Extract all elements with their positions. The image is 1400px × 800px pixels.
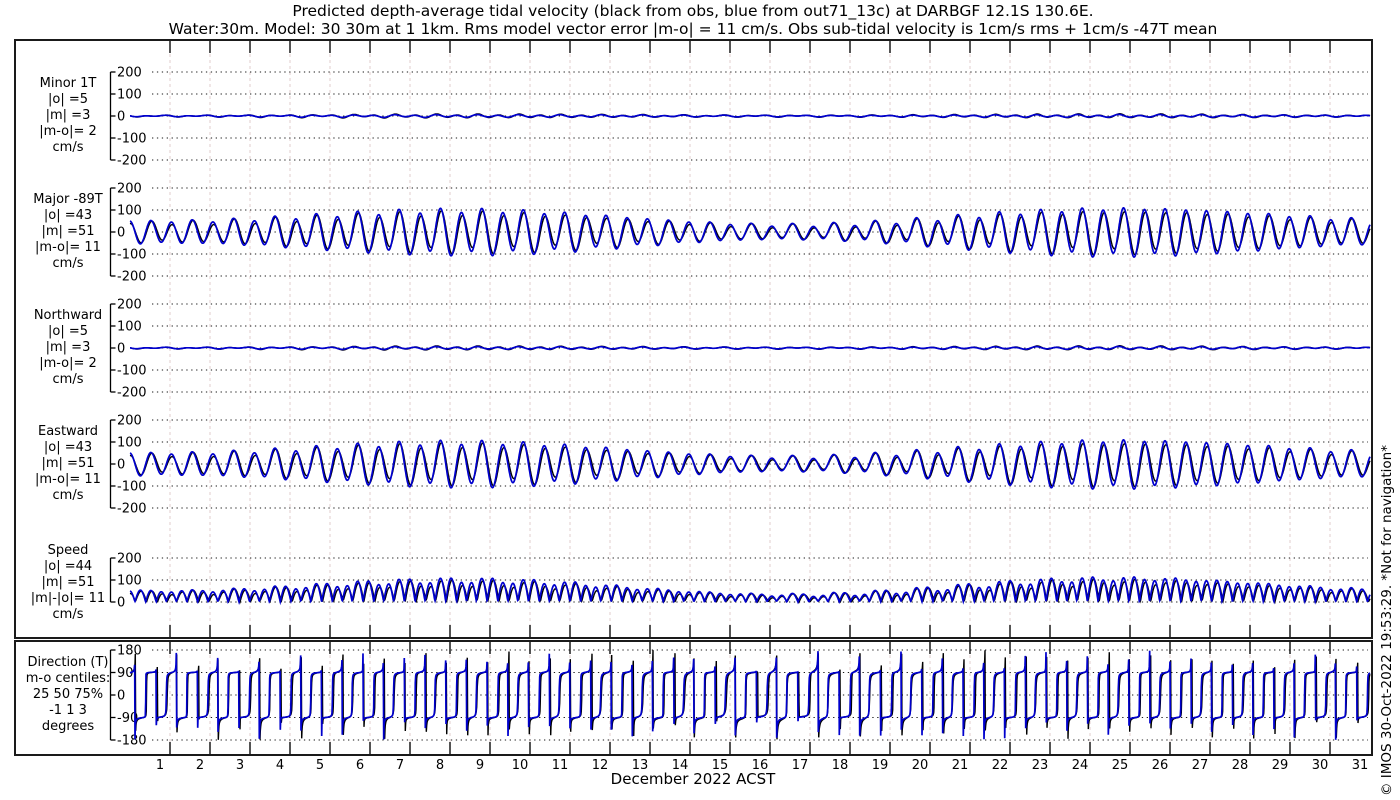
panel-label-line: |o| =44 bbox=[43, 559, 93, 574]
panel-label-line: -1 1 3 bbox=[49, 703, 87, 718]
panel-label-line: Minor 1T bbox=[39, 76, 97, 91]
panel-label-northward: Northward |o| =5 |m| =3 |m-o|= 2 cm/s bbox=[8, 308, 128, 388]
eastward-panel-obs-curve bbox=[129, 442, 1371, 488]
plot-boxes bbox=[14, 39, 1373, 756]
northward-panel bbox=[130, 345, 1371, 351]
plot-title-line1: Predicted depth-average tidal velocity (… bbox=[292, 2, 1094, 20]
panel-label-line: cm/s bbox=[52, 607, 84, 622]
y-tick-label: -180 bbox=[117, 734, 147, 749]
panel-label-line: |m| =3 bbox=[45, 108, 91, 123]
tidal-velocity-plot: 2001000-100-2002001000-100-2002001000-10… bbox=[14, 39, 1373, 773]
panel-label-line: |o| =5 bbox=[47, 324, 88, 339]
panel-label-line: |o| =5 bbox=[47, 92, 88, 107]
plot-title-line2: Water:30m. Model: 30 30m at 1 1km. Rms m… bbox=[168, 20, 1218, 38]
x-axis-title: December 2022 ACST bbox=[610, 770, 776, 788]
panel-label-line: m-o centiles: bbox=[25, 671, 111, 686]
panel-label-line: |o| =43 bbox=[43, 440, 93, 455]
panel-label-line: Eastward bbox=[37, 424, 99, 439]
day-gridlines bbox=[169, 42, 1331, 753]
panel-label-major: Major -89T |o| =43 |m| =51 |m-o|= 11 cm/… bbox=[8, 192, 128, 272]
speed-panel bbox=[129, 575, 1371, 606]
panel-label-line: |m| =51 bbox=[41, 575, 95, 590]
panel-label-line: Speed bbox=[47, 543, 89, 558]
panel-label-line: 25 50 75% bbox=[32, 687, 104, 702]
panel-label-line: |m-o|= 2 bbox=[39, 124, 97, 139]
day-edge-ticks bbox=[169, 41, 1331, 754]
panel-label-speed: Speed |o| =44 |m| =51 |m|-|o|= 11 cm/s bbox=[8, 543, 128, 623]
panel-label-line: |m-o|= 11 bbox=[35, 472, 101, 487]
panel-label-line: |m| =51 bbox=[41, 224, 95, 239]
panel-label-minor: Minor 1T |o| =5 |m| =3 |m-o|= 2 cm/s bbox=[8, 76, 128, 156]
panel-label-line: Northward bbox=[33, 308, 103, 323]
panel-label-line: |o| =43 bbox=[43, 208, 93, 223]
panel-axes: 2001000-100-2002001000-100-2002001000-10… bbox=[109, 66, 1368, 749]
panel-label-line: Major -89T bbox=[33, 192, 103, 207]
copyright-watermark: © IMOS 30-Oct-2022 19:53:29. *Not for na… bbox=[1379, 445, 1395, 796]
panel-label-direction: Direction (T) m-o centiles: 25 50 75% -1… bbox=[8, 655, 128, 735]
panel-label-line: cm/s bbox=[52, 488, 84, 503]
panel-label-line: degrees bbox=[41, 719, 95, 734]
minor-panel-model-curve bbox=[130, 113, 1371, 119]
panel-label-eastward: Eastward |o| =43 |m| =51 |m-o|= 11 cm/s bbox=[8, 424, 128, 504]
panel-label-line: |m|-|o|= 11 bbox=[30, 591, 106, 606]
panel-label-line: |m-o|= 11 bbox=[35, 240, 101, 255]
panel-label-line: cm/s bbox=[52, 372, 84, 387]
northward-panel-model-curve bbox=[130, 345, 1371, 351]
panel-label-line: |m| =51 bbox=[41, 456, 95, 471]
panel-label-line: |m-o|= 2 bbox=[39, 356, 97, 371]
minor-panel bbox=[130, 113, 1371, 119]
panel-label-line: cm/s bbox=[52, 256, 84, 271]
major-panel-obs-curve bbox=[129, 210, 1371, 256]
panel-label-line: Direction (T) bbox=[27, 655, 109, 670]
panel-label-line: cm/s bbox=[52, 140, 84, 155]
panel-label-line: |m| =3 bbox=[45, 340, 91, 355]
